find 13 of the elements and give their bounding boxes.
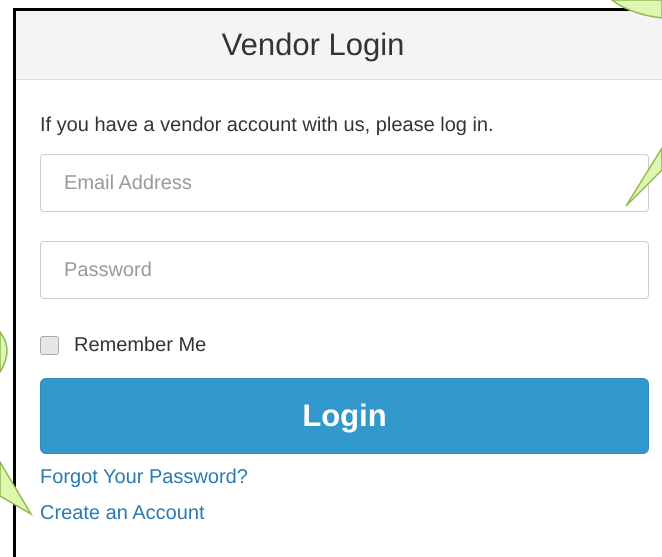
- callout-bubble: [0, 331, 8, 373]
- intro-text: If you have a vendor account with us, please log in.: [40, 113, 495, 137]
- remember-checkbox[interactable]: [40, 336, 59, 355]
- login-button[interactable]: Login: [40, 378, 649, 454]
- callout-pointer: [625, 145, 662, 207]
- input-field[interactable]: Email Address: [40, 154, 649, 212]
- remember-label[interactable]: Remember Me: [74, 334, 206, 357]
- callout-pointer: [0, 459, 34, 516]
- callout-bubble: [611, 0, 662, 19]
- panel-title: Vendor Login: [222, 27, 404, 63]
- text-link[interactable]: Create an Account: [40, 502, 205, 524]
- text-link[interactable]: Forgot Your Password?: [40, 466, 248, 488]
- input-field[interactable]: Password: [40, 241, 649, 299]
